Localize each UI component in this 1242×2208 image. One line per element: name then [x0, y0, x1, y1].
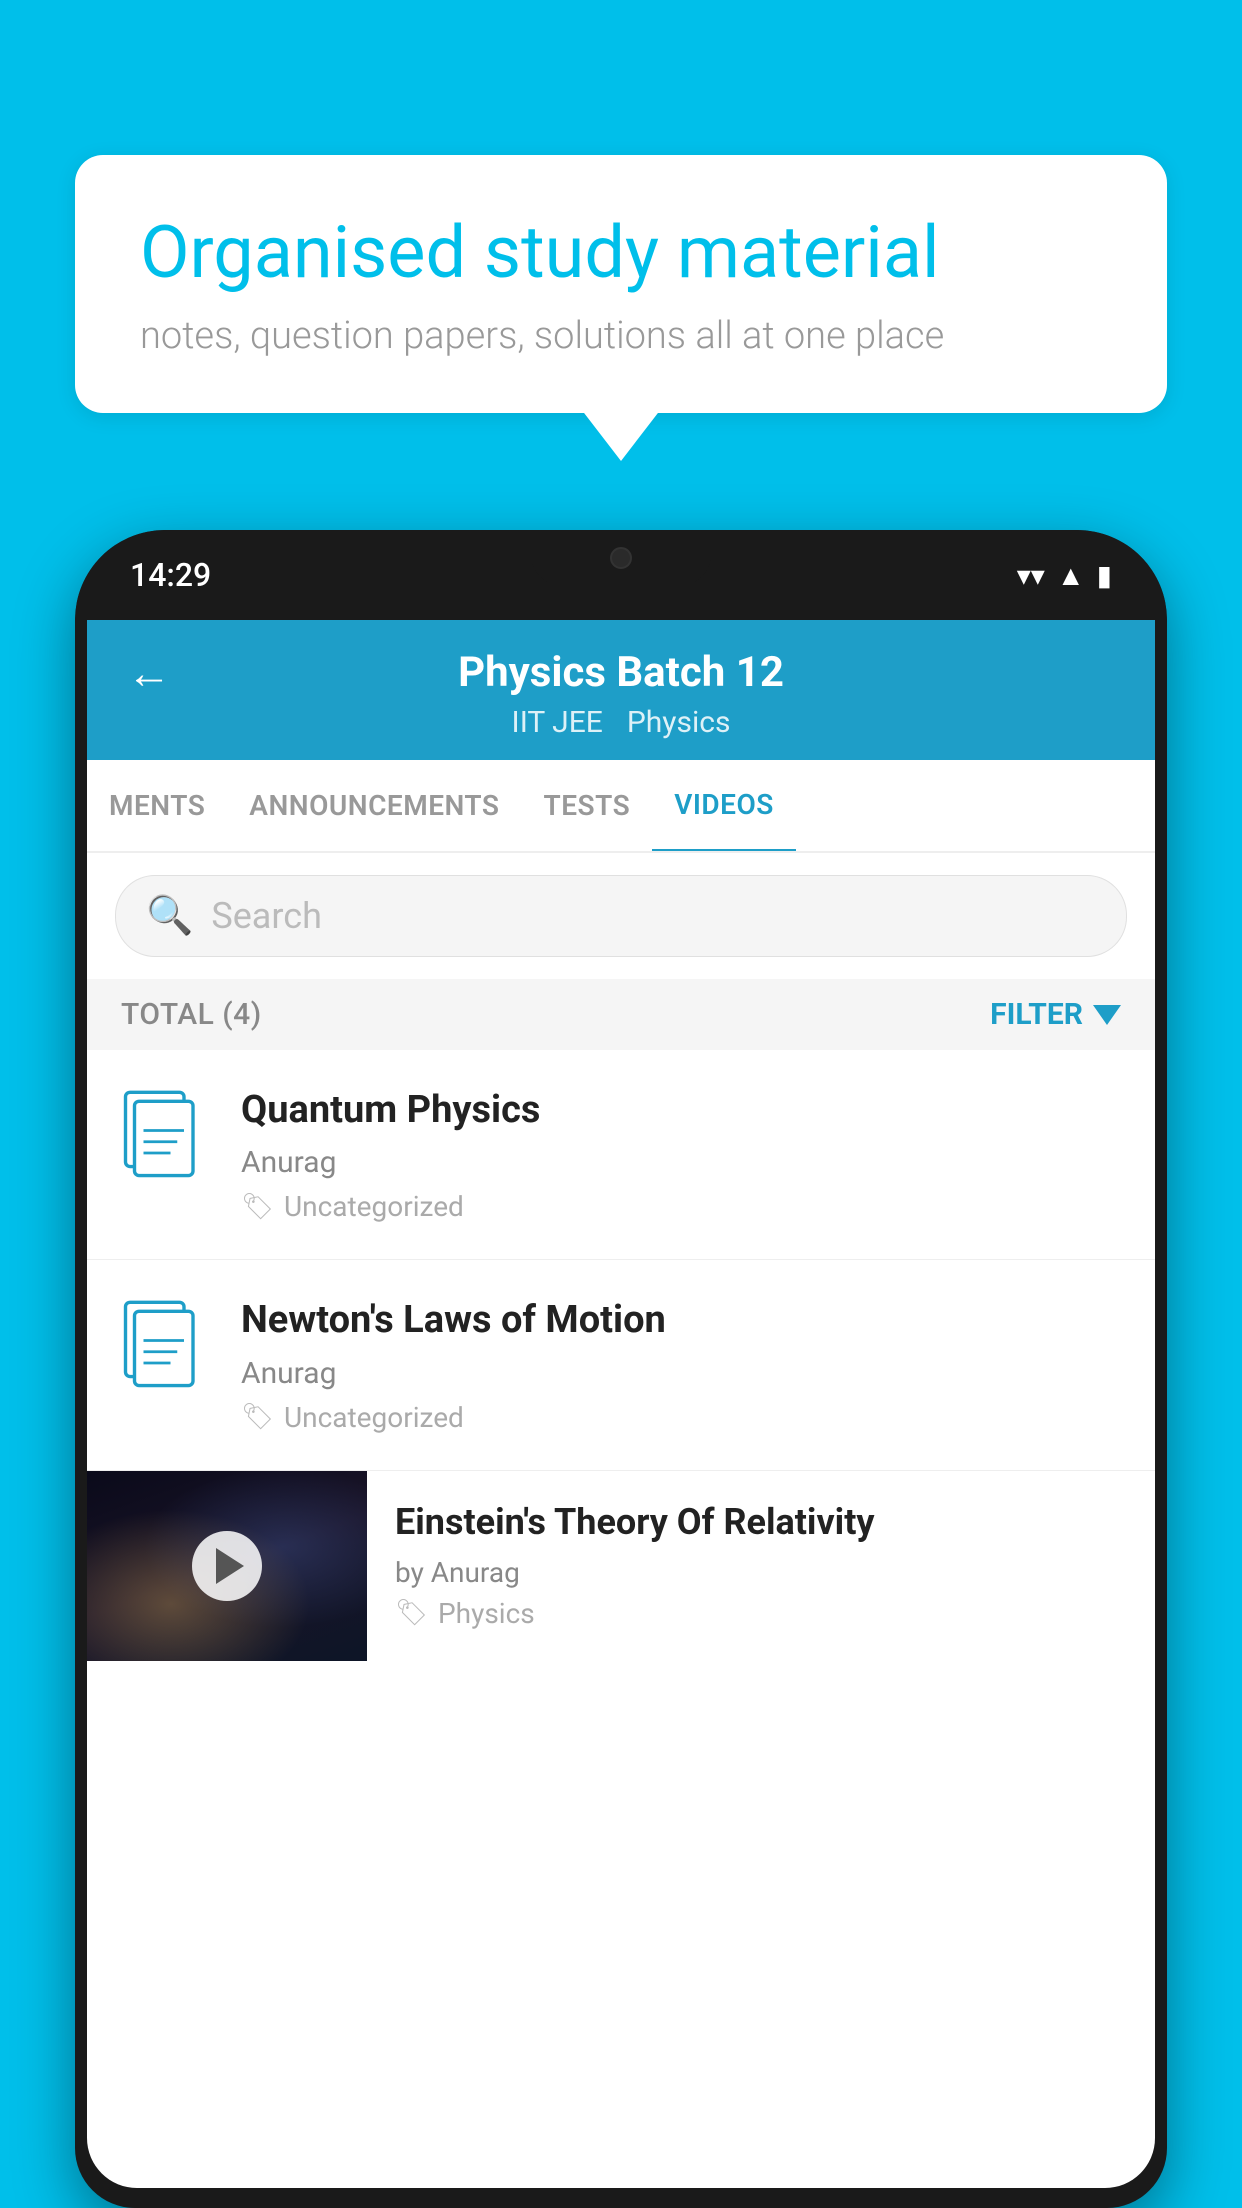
play-icon	[216, 1548, 244, 1584]
status-time: 14:29	[130, 556, 211, 594]
video-list: Quantum Physics Anurag 🏷 Uncategorized	[87, 1050, 1155, 1661]
back-button[interactable]: ←	[127, 647, 171, 699]
app-header: ← Physics Batch 12 IIT JEE Physics	[87, 620, 1155, 760]
video-title: Quantum Physics	[241, 1086, 1121, 1135]
speech-bubble: Organised study material notes, question…	[75, 155, 1167, 413]
tab-ments[interactable]: MENTS	[87, 761, 227, 850]
video-tag: 🏷 Uncategorized	[241, 1401, 1121, 1434]
file-icon-quantum	[121, 1090, 211, 1195]
filter-icon	[1093, 1005, 1121, 1025]
video-info-newton: Newton's Laws of Motion Anurag 🏷 Uncateg…	[241, 1296, 1121, 1433]
video-author: Anurag	[241, 1356, 1121, 1391]
play-button[interactable]	[192, 1531, 262, 1601]
video-title: Einstein's Theory Of Relativity	[395, 1499, 1127, 1546]
video-author-by: by Anurag	[395, 1556, 1127, 1589]
wifi-icon: ▾▾	[1017, 559, 1045, 592]
filter-label: FILTER	[990, 997, 1083, 1032]
header-subtitles: IIT JEE Physics	[127, 705, 1115, 760]
search-icon: 🔍	[146, 894, 193, 938]
app-header-top: ← Physics Batch 12	[127, 648, 1115, 705]
tab-announcements[interactable]: ANNOUNCEMENTS	[227, 761, 521, 850]
video-info-einstein: Einstein's Theory Of Relativity by Anura…	[367, 1471, 1155, 1658]
phone-frame: 14:29 ▾▾ ▲ ▮ ← Physics Batch 12 IIT JEE …	[75, 530, 1167, 2208]
filter-row: TOTAL (4) FILTER	[87, 979, 1155, 1050]
video-info-quantum: Quantum Physics Anurag 🏷 Uncategorized	[241, 1086, 1121, 1223]
notch	[531, 530, 711, 585]
tag-icon: 🏷	[241, 1402, 274, 1432]
header-title: Physics Batch 12	[458, 648, 784, 697]
signal-icon: ▲	[1057, 559, 1085, 592]
search-bar[interactable]: 🔍 Search	[115, 875, 1127, 957]
header-tag-iitjee: IIT JEE	[512, 705, 603, 740]
tab-tests[interactable]: TESTS	[522, 761, 653, 850]
tab-videos[interactable]: VIDEOS	[652, 760, 796, 853]
tag-label: Uncategorized	[284, 1190, 464, 1223]
speech-bubble-container: Organised study material notes, question…	[75, 155, 1167, 413]
video-tag: 🏷 Physics	[395, 1597, 1127, 1630]
bubble-subtitle: notes, question papers, solutions all at…	[140, 314, 1102, 358]
tag-icon: 🏷	[395, 1598, 428, 1628]
bubble-title: Organised study material	[140, 210, 1102, 296]
header-tag-physics: Physics	[627, 705, 731, 740]
camera-dot	[610, 547, 632, 569]
video-tag: 🏷 Uncategorized	[241, 1190, 1121, 1223]
battery-icon: ▮	[1097, 559, 1112, 592]
status-icons: ▾▾ ▲ ▮	[1017, 559, 1112, 592]
tag-icon: 🏷	[241, 1192, 274, 1222]
video-thumbnail-einstein	[87, 1471, 367, 1661]
phone-screen: ← Physics Batch 12 IIT JEE Physics MENTS…	[87, 620, 1155, 2188]
list-item[interactable]: Newton's Laws of Motion Anurag 🏷 Uncateg…	[87, 1260, 1155, 1470]
search-placeholder: Search	[211, 895, 322, 937]
phone-top-bar: 14:29 ▾▾ ▲ ▮	[75, 530, 1167, 620]
tag-label: Physics	[438, 1597, 535, 1630]
video-title: Newton's Laws of Motion	[241, 1296, 1121, 1345]
tabs-bar: MENTS ANNOUNCEMENTS TESTS VIDEOS	[87, 760, 1155, 853]
video-author: Anurag	[241, 1145, 1121, 1180]
file-icon-newton	[121, 1300, 211, 1405]
tag-label: Uncategorized	[284, 1401, 464, 1434]
filter-button[interactable]: FILTER	[990, 997, 1121, 1032]
total-label: TOTAL (4)	[121, 997, 262, 1032]
list-item[interactable]: Quantum Physics Anurag 🏷 Uncategorized	[87, 1050, 1155, 1260]
list-item[interactable]: Einstein's Theory Of Relativity by Anura…	[87, 1471, 1155, 1661]
